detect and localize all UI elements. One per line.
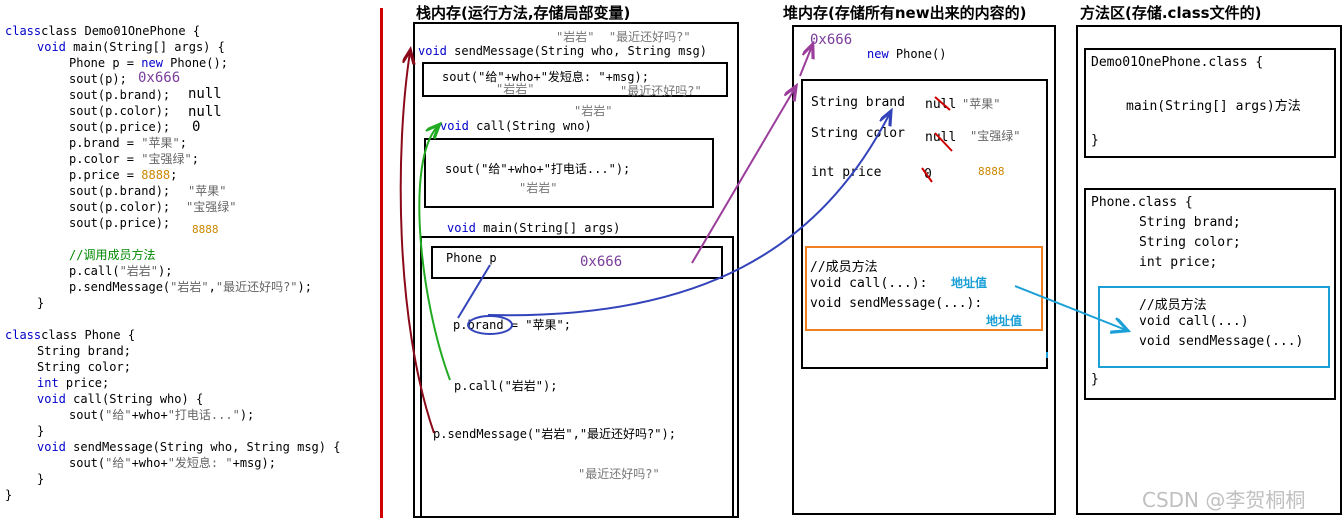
- arrow-methods-to-class: [1014, 285, 1126, 330]
- strike-color-null: [934, 132, 953, 152]
- strike-brand-null: [934, 96, 951, 111]
- stroke-phone-to-brand: [457, 264, 491, 319]
- arrow-call-to-frame: [418, 126, 451, 381]
- arrow-heap-addr: [799, 46, 812, 77]
- arrow-send-to-frame: [399, 52, 435, 434]
- arrow-p-to-heap: [691, 88, 795, 264]
- arrow-brand-to-heap: [487, 113, 890, 317]
- brand-highlight: [467, 315, 513, 335]
- strike-price-zero: [921, 167, 933, 183]
- arrows-layer: [399, 0, 1344, 434]
